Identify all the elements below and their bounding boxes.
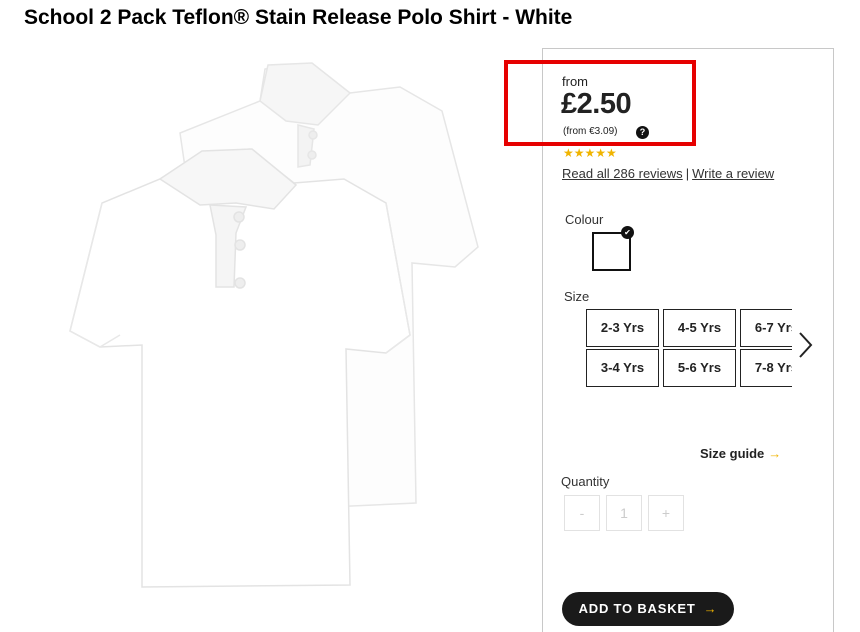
reviews-links: Read all 286 reviews | Write a review: [562, 166, 774, 181]
size-label: Size: [564, 289, 590, 304]
size-option[interactable]: 5-6 Yrs: [663, 349, 736, 387]
product-image[interactable]: [60, 55, 490, 595]
size-guide-link[interactable]: Size guide →: [700, 446, 781, 461]
arrow-right-icon: →: [703, 601, 718, 616]
size-option[interactable]: 7-8 Yrs: [740, 349, 792, 387]
size-option[interactable]: 4-5 Yrs: [663, 309, 736, 347]
quantity-increase-button[interactable]: +: [648, 495, 684, 531]
quantity-decrease-button[interactable]: -: [564, 495, 600, 531]
add-to-basket-label: ADD TO BASKET: [578, 601, 696, 616]
quantity-input[interactable]: 1: [606, 495, 642, 531]
size-options: 2-3 Yrs 4-5 Yrs 6-7 Yrs 3-4 Yrs 5-6 Yrs …: [586, 309, 792, 389]
check-icon: ✔: [621, 226, 634, 239]
price-highlight-box: [504, 60, 696, 146]
size-option[interactable]: 2-3 Yrs: [586, 309, 659, 347]
rating-stars: ★★★★★: [563, 146, 617, 160]
polo-shirts-illustration: [69, 62, 479, 588]
reviews-separator: |: [685, 166, 690, 181]
size-option[interactable]: 6-7 Yrs: [740, 309, 792, 347]
arrow-right-icon: →: [768, 446, 782, 461]
add-to-basket-button[interactable]: ADD TO BASKET →: [562, 592, 734, 626]
colour-label: Colour: [565, 212, 604, 227]
product-title: School 2 Pack Teflon® Stain Release Polo…: [24, 6, 573, 29]
write-review-link[interactable]: Write a review: [692, 166, 774, 181]
size-option[interactable]: 3-4 Yrs: [586, 349, 659, 387]
read-reviews-link[interactable]: Read all 286 reviews: [562, 166, 683, 181]
quantity-label: Quantity: [561, 474, 610, 489]
size-guide-label: Size guide: [700, 446, 765, 461]
chevron-right-icon[interactable]: [796, 330, 816, 360]
